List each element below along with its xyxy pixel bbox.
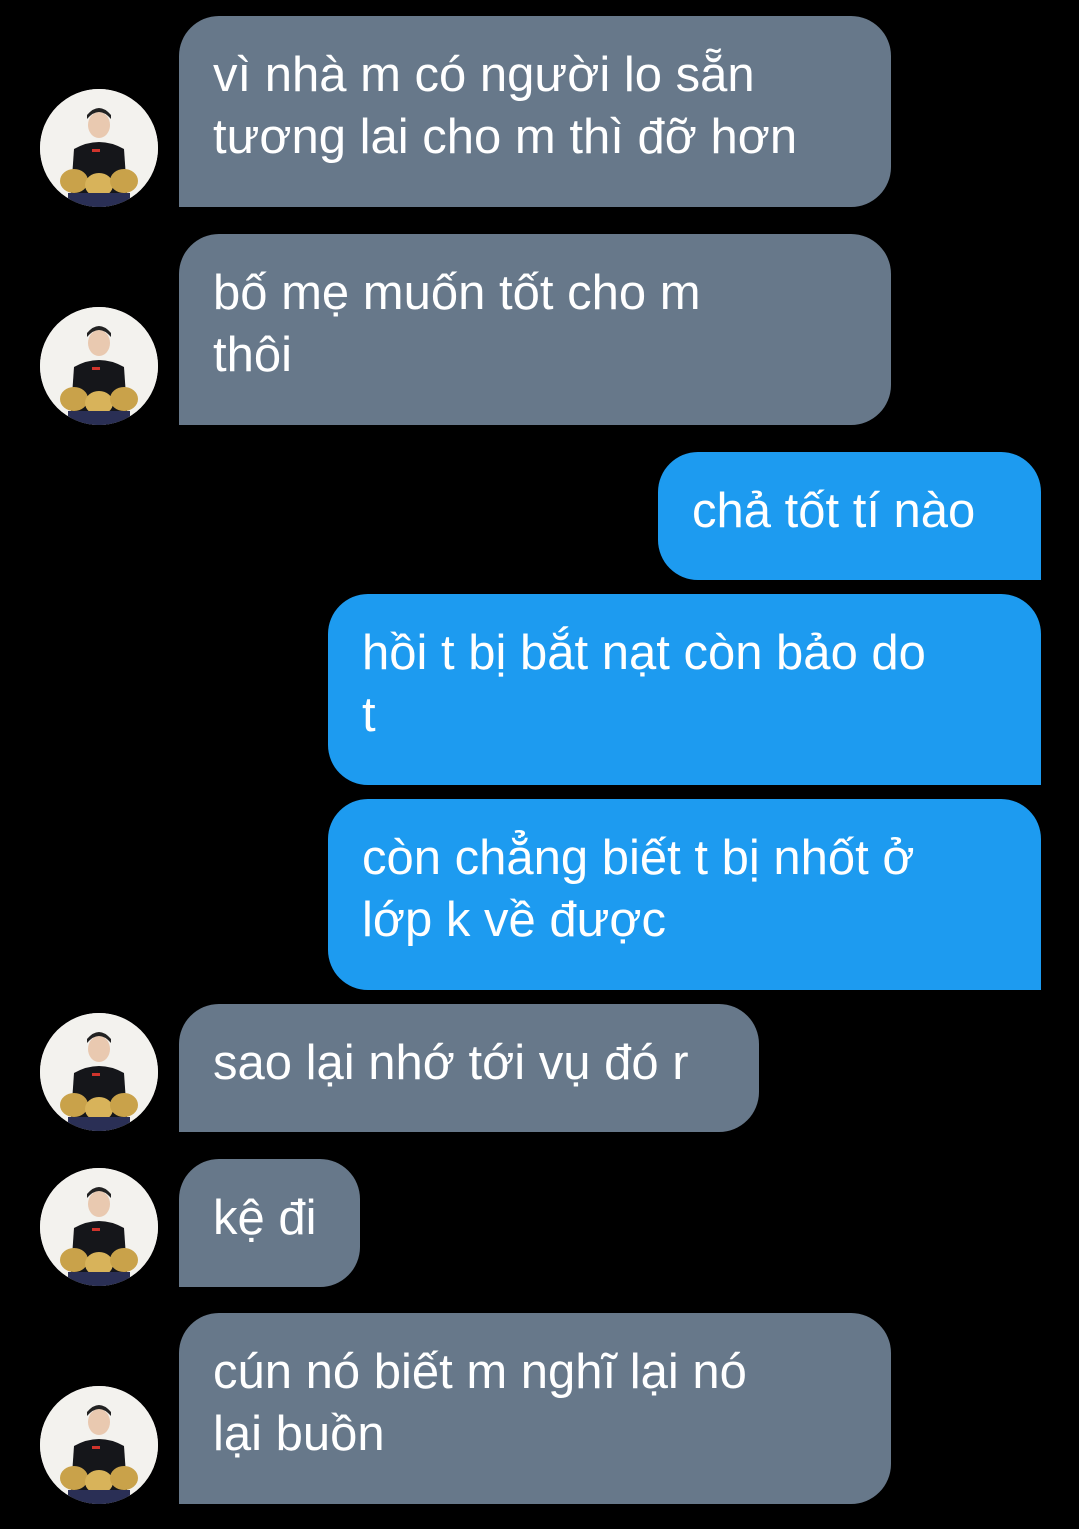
contact-avatar[interactable] bbox=[40, 89, 158, 207]
person-with-trophies-avatar-icon bbox=[40, 1386, 158, 1504]
message-bubble-incoming[interactable]: sao lại nhớ tới vụ đó r bbox=[179, 1004, 759, 1132]
person-with-trophies-avatar-icon bbox=[40, 307, 158, 425]
message-bubble-outgoing[interactable]: còn chẳng biết t bị nhốt ở lớp k về được bbox=[328, 799, 1041, 990]
person-with-trophies-avatar-icon bbox=[40, 1168, 158, 1286]
contact-avatar[interactable] bbox=[40, 1386, 158, 1504]
contact-avatar[interactable] bbox=[40, 307, 158, 425]
person-with-trophies-avatar-icon bbox=[40, 89, 158, 207]
chat-thread: vì nhà m có người lo sẵn tương lai cho m… bbox=[0, 0, 1079, 1529]
message-bubble-outgoing[interactable]: chả tốt tí nào bbox=[658, 452, 1041, 580]
person-with-trophies-avatar-icon bbox=[40, 1013, 158, 1131]
message-bubble-incoming[interactable]: cún nó biết m nghĩ lại nó lại buồn bbox=[179, 1313, 891, 1504]
message-bubble-incoming[interactable]: vì nhà m có người lo sẵn tương lai cho m… bbox=[179, 16, 891, 207]
contact-avatar[interactable] bbox=[40, 1168, 158, 1286]
contact-avatar[interactable] bbox=[40, 1013, 158, 1131]
message-bubble-incoming[interactable]: bố mẹ muốn tốt cho m thôi bbox=[179, 234, 891, 425]
message-bubble-incoming[interactable]: kệ đi bbox=[179, 1159, 360, 1287]
message-bubble-outgoing[interactable]: hồi t bị bắt nạt còn bảo do t bbox=[328, 594, 1041, 785]
